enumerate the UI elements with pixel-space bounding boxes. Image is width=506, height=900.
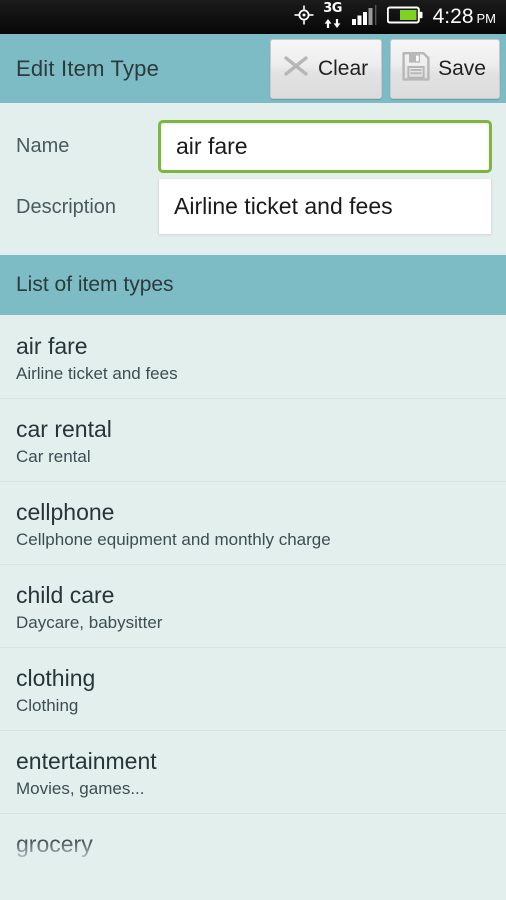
edit-item-type-form: Name air fare Description Airline ticket… <box>0 103 506 255</box>
clock-ampm: PM <box>476 11 497 26</box>
description-input[interactable]: Airline ticket and fees <box>158 179 492 235</box>
status-bar: 3G 4:28 PM <box>0 0 506 34</box>
list-item-description: Cellphone equipment and monthly charge <box>16 530 331 549</box>
list-item-description: Airline ticket and fees <box>16 364 178 383</box>
battery-icon <box>386 5 423 30</box>
list-item-description: Movies, games... <box>16 779 145 798</box>
item-types-list[interactable]: air fare Airline ticket and fees car ren… <box>0 315 506 882</box>
name-row: Name air fare <box>0 103 506 176</box>
status-bar-clock: 4:28 PM <box>433 5 496 29</box>
description-row: Description Airline ticket and fees <box>0 176 506 238</box>
list-item-title: air fare <box>16 333 88 359</box>
name-label: Name <box>16 135 70 157</box>
list-item[interactable]: cellphone Cellphone equipment and monthl… <box>0 482 506 565</box>
status-bar-icons: 3G <box>294 2 423 32</box>
floppy-disk-save-icon <box>401 51 431 87</box>
list-item-title: child care <box>16 582 115 608</box>
action-bar: Edit Item Type Clear Save <box>0 34 506 103</box>
list-item-title: cellphone <box>16 499 115 525</box>
list-item[interactable]: clothing Clothing <box>0 648 506 731</box>
clock-time: 4:28 <box>432 5 474 28</box>
list-item-description: Clothing <box>16 696 79 715</box>
clear-button[interactable]: Clear <box>269 38 383 99</box>
list-item[interactable]: entertainment Movies, games... <box>0 731 506 814</box>
action-bar-buttons: Clear Save <box>269 34 500 103</box>
list-item-description: Daycare, babysitter <box>16 613 163 632</box>
save-button[interactable]: Save <box>390 38 500 99</box>
list-item-title: clothing <box>16 665 96 691</box>
list-item[interactable]: child care Daycare, babysitter <box>0 565 506 648</box>
page-title: Edit Item Type <box>16 55 160 81</box>
list-item[interactable]: grocery <box>0 814 506 876</box>
list-item[interactable]: air fare Airline ticket and fees <box>0 315 506 399</box>
list-item[interactable]: car rental Car rental <box>0 399 506 482</box>
network-type-label: 3G <box>323 1 342 16</box>
name-field-wrapper: air fare <box>158 120 492 173</box>
list-item-title: entertainment <box>16 748 157 774</box>
signal-icon <box>351 4 378 30</box>
data-transfer-arrows-icon <box>323 16 343 32</box>
gps-icon <box>294 5 314 30</box>
clear-x-icon <box>281 51 311 86</box>
name-input[interactable]: air fare <box>158 120 492 173</box>
list-section-header: List of item types <box>0 255 506 315</box>
description-field-wrapper: Airline ticket and fees <box>158 179 492 235</box>
list-item-title: car rental <box>16 416 112 442</box>
description-label: Description <box>16 195 117 218</box>
list-item-title: grocery <box>16 831 93 857</box>
3g-network-icon: 3G <box>323 2 343 32</box>
save-button-label: Save <box>438 56 486 80</box>
list-item-description: Car rental <box>16 447 91 466</box>
list-section-header-label: List of item types <box>16 273 174 296</box>
clear-button-label: Clear <box>317 56 369 80</box>
